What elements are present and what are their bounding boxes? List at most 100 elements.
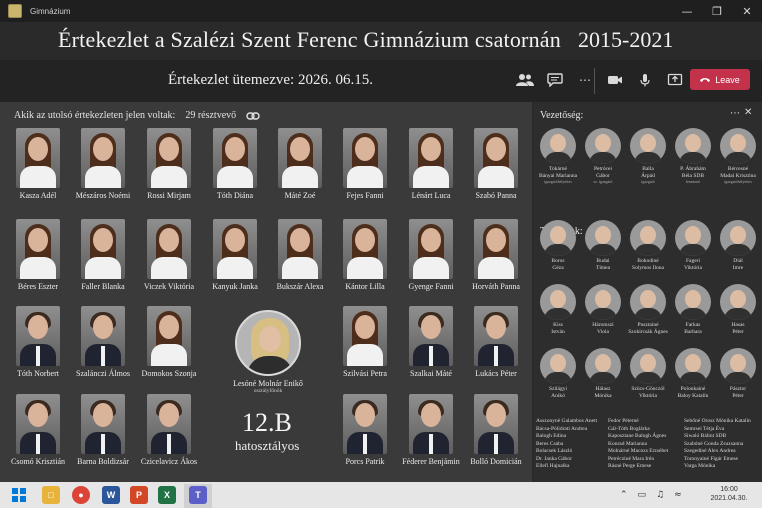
staff-avatar: [585, 348, 621, 384]
teacher-tile[interactable]: Pusztainé Szokircsák Ágnes: [626, 284, 670, 335]
teacher-tile[interactable]: Háromszi Viola: [581, 284, 625, 335]
teacher-tile[interactable]: Polonkainé Baloy Katalin: [671, 348, 715, 399]
leave-button[interactable]: Leave: [690, 69, 750, 90]
student-tile[interactable]: Szilvási Petra: [333, 306, 397, 378]
wifi-icon[interactable]: ≈: [674, 490, 682, 500]
student-tile[interactable]: Féderer Benjámin: [399, 394, 463, 466]
clock[interactable]: 16:00 2021.04.30.: [704, 485, 754, 504]
staff-name-line2: Barbara: [684, 328, 702, 335]
student-tile[interactable]: Domokos Szonja: [137, 306, 201, 378]
excel-icon[interactable]: X: [158, 486, 176, 504]
staff-list-item: Konrad Marianna: [608, 440, 647, 447]
student-tile[interactable]: Tóth Norbert: [6, 306, 70, 378]
app-logo-icon: [8, 4, 22, 18]
student-name: Lukács Péter: [475, 369, 517, 378]
student-tile[interactable]: Viczek Viktória: [137, 219, 201, 291]
student-tile[interactable]: Fejes Fanni: [333, 128, 397, 200]
panel-close-icon[interactable]: ✕: [744, 107, 752, 118]
leader-tile[interactable]: Balla Árpád igazgató: [626, 128, 670, 184]
staff-name-line1: Polonkainé: [680, 386, 706, 392]
volume-icon[interactable]: ♫: [656, 490, 664, 500]
student-tile[interactable]: Porcs Patrik: [333, 394, 397, 466]
restore-icon[interactable]: ❐: [710, 4, 724, 18]
close-icon[interactable]: ✕: [740, 4, 754, 18]
chrome-icon[interactable]: ●: [72, 486, 90, 504]
student-tile[interactable]: Kántor Lilla: [333, 219, 397, 291]
student-tile[interactable]: Gyenge Fanni: [399, 219, 463, 291]
powerpoint-icon[interactable]: P: [130, 486, 148, 504]
leader-tile[interactable]: P. Ábrahám Béla SDB fenntartó: [671, 128, 715, 184]
student-tile[interactable]: Barna Boldizsár: [71, 394, 135, 466]
microphone-icon[interactable]: [636, 72, 654, 88]
staff-avatar: [585, 284, 621, 320]
student-tile[interactable]: Csomó Krisztián: [6, 394, 70, 466]
link-icon[interactable]: [246, 111, 260, 121]
student-tile[interactable]: Szabó Panna: [464, 128, 528, 200]
staff-list-item: Asszonyné Galambos Anett: [536, 418, 598, 424]
staff-avatar: [675, 284, 711, 320]
share-screen-icon[interactable]: [666, 72, 684, 88]
camera-icon[interactable]: [606, 72, 624, 88]
staff-name-line1: Balla: [642, 166, 654, 172]
teacher-tile[interactable]: Szücs-Gönczöl Viktória: [626, 348, 670, 399]
leader-tile[interactable]: Petrócei Gábor sz. igazgató: [581, 128, 625, 184]
leader-tile[interactable]: Bércesné Madai Krisztina igazgatóhelyettes: [716, 128, 760, 184]
teacher-tile[interactable]: Budai Tímea: [581, 220, 625, 271]
teacher-tile[interactable]: Boros Géza: [536, 220, 580, 271]
teacher-tile[interactable]: Diál Imre: [716, 220, 760, 271]
student-tile[interactable]: Szalkai Máté: [399, 306, 463, 378]
meeting-toolbar: Értekezlet ütemezve: 2026. 06.15. ⋯ Leav…: [0, 60, 762, 102]
toolbar-divider: [594, 68, 595, 94]
teacher-tile[interactable]: Szilágyi Anikó: [536, 348, 580, 399]
participants-panel: Akik az utolsó értekezleten jelen voltak…: [0, 102, 532, 482]
staff-list-item: Toronyainé Figár Emese: [684, 455, 738, 462]
word-icon[interactable]: W: [102, 486, 120, 504]
student-tile[interactable]: Máté Zoé: [268, 128, 332, 200]
student-tile[interactable]: Faller Blanka: [71, 219, 135, 291]
staff-name-line1: Kiss: [553, 322, 563, 328]
student-name: Bukszár Alexa: [276, 282, 324, 291]
staff-list-item: Siwaló Bálint SDB: [684, 433, 727, 440]
student-tile[interactable]: Lénárt Luca: [399, 128, 463, 200]
file-explorer-icon[interactable]: □: [42, 486, 60, 504]
battery-icon[interactable]: ▭: [638, 490, 647, 500]
student-tile[interactable]: Kanyuk Janka: [203, 219, 267, 291]
student-tile[interactable]: Czicelavicz Ákos: [137, 394, 201, 466]
student-tile[interactable]: Béres Eszter: [6, 219, 70, 291]
student-tile[interactable]: Lukács Péter: [464, 306, 528, 378]
leader-tile[interactable]: Tokárné Bányai Marianna igazgatóhelyettes: [536, 128, 580, 184]
more-icon[interactable]: ⋯: [576, 72, 594, 88]
staff-panel: Vezetőség: ⋯ ✕ Tokárné Bányai Marianna iga…: [534, 102, 762, 482]
minimize-icon[interactable]: —: [680, 4, 694, 18]
chevron-up-icon[interactable]: ⌃: [620, 490, 628, 500]
staff-avatar: [675, 220, 711, 256]
teams-icon[interactable]: T: [189, 486, 207, 504]
chat-icon[interactable]: [546, 72, 564, 88]
participants-icon[interactable]: [516, 72, 534, 88]
panel-more-icon[interactable]: ⋯: [730, 108, 740, 119]
staff-name-line2: Péter: [732, 392, 744, 399]
windows-icon[interactable]: [12, 488, 26, 502]
staff-avatar: [720, 284, 756, 320]
teacher-tile[interactable]: Bokodiné Solymos Ilona: [626, 220, 670, 271]
teacher-tile[interactable]: Kiss István: [536, 284, 580, 335]
student-tile[interactable]: Kasza Adél: [6, 128, 70, 200]
staff-avatar: [720, 348, 756, 384]
student-tile[interactable]: Horváth Panna: [464, 219, 528, 291]
teacher-tile[interactable]: Fageri Viktória: [671, 220, 715, 271]
teacher-tile[interactable]: Hasas Péter: [716, 284, 760, 335]
student-photo: [343, 394, 387, 454]
student-tile[interactable]: Szalánczi Álmos: [71, 306, 135, 378]
student-tile[interactable]: Mészáros Noémi: [71, 128, 135, 200]
teacher-tile[interactable]: Farkas Barbara: [671, 284, 715, 335]
clock-time: 16:00: [720, 486, 738, 493]
student-tile[interactable]: Tóth Diána: [203, 128, 267, 200]
window-titlebar: Gimnázium — ❐ ✕: [0, 0, 762, 22]
teacher-tile[interactable]: Pásztor Péter: [716, 348, 760, 399]
class-teacher[interactable]: Lesóné Molnár Enikő osztályfőnök: [232, 310, 304, 394]
student-tile[interactable]: Bolló Domicián: [464, 394, 528, 466]
student-tile[interactable]: Rossi Mirjam: [137, 128, 201, 200]
teacher-tile[interactable]: Hálasz Mónika: [581, 348, 625, 399]
staff-list-item: Beres Csaba: [536, 440, 564, 447]
student-tile[interactable]: Bukszár Alexa: [268, 219, 332, 291]
